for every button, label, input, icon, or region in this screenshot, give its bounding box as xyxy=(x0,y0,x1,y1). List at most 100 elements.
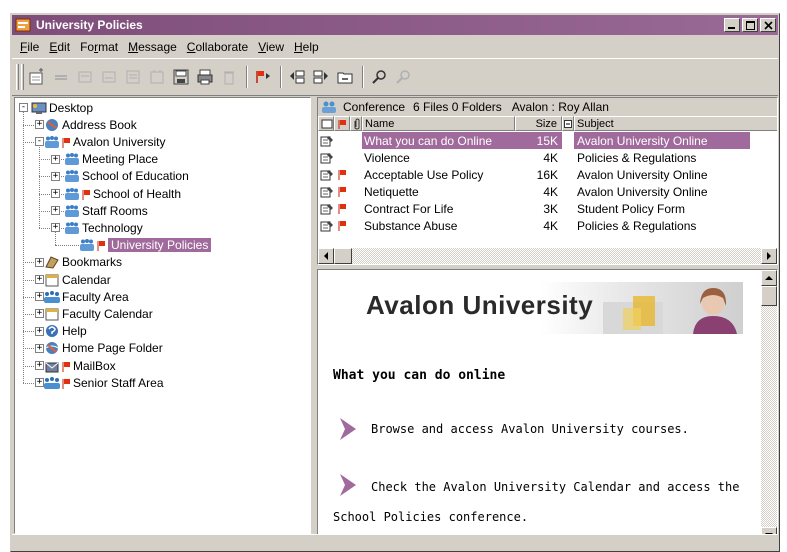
preview-vertical-scrollbar[interactable] xyxy=(761,270,777,543)
message-row[interactable]: Contract For Life 3K Student Policy Form xyxy=(318,200,777,217)
minimize-button[interactable] xyxy=(724,18,740,32)
conference-icon xyxy=(79,238,95,252)
message-subject: Policies & Regulations xyxy=(577,150,697,165)
previous-button[interactable] xyxy=(286,66,308,88)
expand-toggle-help[interactable]: + xyxy=(35,326,44,336)
message-row[interactable]: Substance Abuse 4K Policies & Regulations xyxy=(318,217,777,234)
resume-button[interactable] xyxy=(146,66,168,88)
tree-item-label: Faculty Calendar xyxy=(62,306,153,321)
tree-item-desktop[interactable]: Desktop xyxy=(31,99,93,116)
scroll-thumb[interactable] xyxy=(334,248,352,264)
bullet-arrow-icon xyxy=(340,418,356,440)
column-header-name[interactable]: Name xyxy=(362,116,515,131)
save-icon xyxy=(173,69,189,85)
mailbox-icon xyxy=(44,359,60,373)
menu-view[interactable]: View xyxy=(254,40,290,54)
menu-format[interactable]: Format xyxy=(76,40,124,54)
expand-toggle-meeting-place[interactable]: + xyxy=(51,154,60,164)
list-horizontal-scrollbar[interactable] xyxy=(318,248,777,264)
column-header-subject[interactable]: Subject xyxy=(574,116,777,131)
toolbar-grip-2[interactable] xyxy=(21,64,24,90)
message-size: 4K xyxy=(543,150,558,165)
scroll-left-button[interactable] xyxy=(318,248,334,264)
collapse-toggle-avalon-university[interactable]: - xyxy=(35,137,44,147)
column-header-flag[interactable] xyxy=(334,116,350,131)
scroll-right-button[interactable] xyxy=(761,248,777,264)
toolbar-separator xyxy=(280,66,282,88)
tree-item-avalon-university[interactable]: Avalon University xyxy=(44,133,165,150)
message-row[interactable]: What you can do Online 15K Avalon Universi… xyxy=(318,132,777,149)
menu-help[interactable]: Help xyxy=(290,40,325,54)
menu-bar: File Edit Format Message Collaborate Vie… xyxy=(12,37,778,56)
tree-item-calendar[interactable]: Calendar xyxy=(44,271,111,288)
scroll-up-button[interactable] xyxy=(761,270,777,286)
expand-toggle-address-book[interactable]: + xyxy=(35,120,44,130)
toolbar-grip[interactable] xyxy=(16,64,19,90)
tree-item-senior-staff-area[interactable]: Senior Staff Area xyxy=(44,374,164,391)
tree-item-label: Technology xyxy=(82,220,143,235)
menu-file[interactable]: File xyxy=(16,40,45,54)
flag-icon xyxy=(338,119,346,129)
column-header-sort[interactable] xyxy=(562,116,574,131)
expand-toggle-home-page-folder[interactable]: + xyxy=(35,343,44,353)
toolbar xyxy=(12,58,778,96)
column-header-type[interactable] xyxy=(318,116,334,131)
expand-toggle-staff-rooms[interactable]: + xyxy=(51,206,60,216)
tree-item-university-policies[interactable]: University Policies xyxy=(79,237,212,254)
tree-item-school-of-education[interactable]: School of Education xyxy=(64,168,189,185)
expand-toggle-technology[interactable]: + xyxy=(51,223,60,233)
column-header-attachment[interactable] xyxy=(350,116,362,131)
next-button[interactable] xyxy=(310,66,332,88)
expand-toggle-faculty-calendar[interactable]: + xyxy=(35,309,44,319)
message-preview[interactable]: Avalon University What you can do online… xyxy=(317,269,778,544)
chat-button[interactable] xyxy=(122,66,144,88)
expand-toggle-senior-staff-area[interactable]: + xyxy=(35,378,44,388)
conference-tree[interactable]: - Desktop + Address Book - Avalon University +… xyxy=(14,97,311,534)
new-message-button[interactable] xyxy=(26,66,48,88)
expand-toggle-faculty-area[interactable]: + xyxy=(35,292,44,302)
menu-collaborate[interactable]: Collaborate xyxy=(183,40,254,54)
message-row[interactable]: Violence 4K Policies & Regulations xyxy=(318,149,777,166)
menu-message[interactable]: Message xyxy=(124,40,183,54)
tree-item-school-of-health[interactable]: School of Health xyxy=(64,185,181,202)
maximize-button[interactable] xyxy=(742,18,758,32)
tree-item-label: MailBox xyxy=(73,358,116,373)
tree-item-faculty-calendar[interactable]: Faculty Calendar xyxy=(44,305,153,322)
message-row[interactable]: Netiquette 4K Avalon University Online xyxy=(318,183,777,200)
print-button[interactable] xyxy=(194,66,216,88)
previous-icon xyxy=(290,70,305,84)
tree-item-mailbox[interactable]: MailBox xyxy=(44,357,116,374)
tree-item-meeting-place[interactable]: Meeting Place xyxy=(64,151,158,168)
scroll-thumb[interactable] xyxy=(761,286,777,306)
tree-connector xyxy=(39,142,40,228)
reply-button[interactable] xyxy=(50,66,72,88)
tree-item-address-book[interactable]: Address Book xyxy=(44,116,137,133)
expand-toggle-calendar[interactable]: + xyxy=(35,275,44,284)
expand-toggle-mailbox[interactable]: + xyxy=(35,361,44,370)
message-row[interactable]: Acceptable Use Policy 16K Avalon Universit… xyxy=(318,166,777,183)
expand-toggle-bookmarks[interactable]: + xyxy=(35,257,44,267)
tree-item-help[interactable]: Help xyxy=(44,323,87,340)
reply-all-button[interactable] xyxy=(74,66,96,88)
tree-item-staff-rooms[interactable]: Staff Rooms xyxy=(64,202,148,219)
collapse-icon xyxy=(564,119,572,128)
find-button[interactable] xyxy=(368,66,390,88)
up-folder-button[interactable] xyxy=(334,66,356,88)
collapse-toggle-desktop[interactable]: - xyxy=(19,103,28,112)
expand-toggle-school-of-education[interactable]: + xyxy=(51,171,60,181)
flag-next-button[interactable] xyxy=(252,66,274,88)
forward-button[interactable] xyxy=(98,66,120,88)
delete-button[interactable] xyxy=(218,66,240,88)
tree-item-home-page-folder[interactable]: Home Page Folder xyxy=(44,340,163,357)
expand-toggle-school-of-health[interactable]: + xyxy=(51,189,60,198)
title-bar[interactable]: University Policies xyxy=(12,15,778,35)
save-button[interactable] xyxy=(170,66,192,88)
tree-item-faculty-area[interactable]: Faculty Area xyxy=(44,288,129,305)
column-header-size[interactable]: Size xyxy=(515,116,562,131)
tree-item-bookmarks[interactable]: Bookmarks xyxy=(44,254,122,271)
message-size: 16K xyxy=(536,167,558,182)
tree-item-technology[interactable]: Technology xyxy=(64,219,143,236)
close-button[interactable] xyxy=(760,18,776,32)
find-next-button[interactable] xyxy=(392,66,414,88)
menu-edit[interactable]: Edit xyxy=(45,40,76,54)
